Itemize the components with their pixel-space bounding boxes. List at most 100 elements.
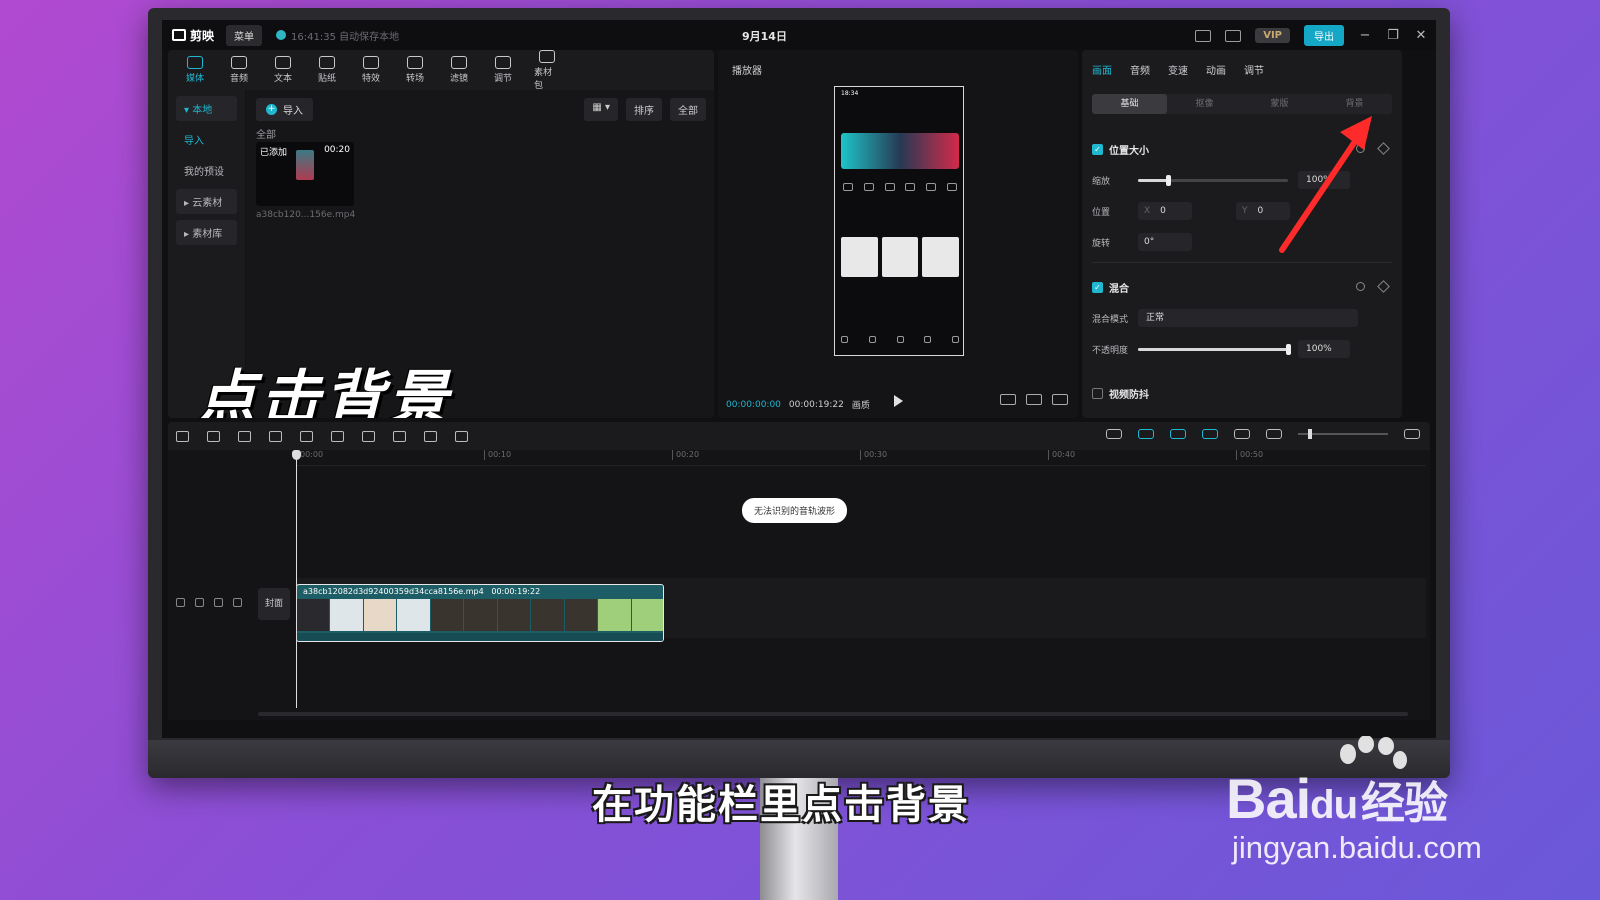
checkbox-checked-icon[interactable]: ✓: [1092, 282, 1103, 293]
app-window: 剪映 菜单 16:41:35 自动保存本地 9月14日 VIP 导出 − ❐ ✕…: [162, 20, 1436, 738]
mirror-icon[interactable]: [393, 430, 406, 442]
zoom-in-icon[interactable]: [1404, 429, 1420, 439]
blend-mode-select[interactable]: 正常: [1138, 309, 1358, 327]
reset-icon[interactable]: [1356, 282, 1365, 291]
opacity-slider-knob[interactable]: [1286, 343, 1291, 355]
timeline-scrollbar[interactable]: [258, 712, 1408, 716]
phone-nav: [841, 336, 959, 343]
export-button[interactable]: 导出: [1304, 25, 1344, 46]
delete-icon[interactable]: [300, 430, 313, 442]
preview-axis-icon[interactable]: [1234, 429, 1250, 439]
playhead[interactable]: [296, 450, 297, 708]
import-button[interactable]: + 导入: [256, 98, 313, 121]
speaker-icon[interactable]: [233, 598, 242, 607]
position-y-input[interactable]: Y0: [1236, 202, 1290, 220]
rotate-icon[interactable]: [424, 430, 437, 442]
x-axis-label: X: [1144, 206, 1151, 216]
zoom-out-icon[interactable]: [1266, 429, 1282, 439]
reset-icon[interactable]: [1356, 144, 1365, 153]
keyframe-icon[interactable]: [1377, 142, 1390, 155]
menu-button[interactable]: 菜单: [226, 24, 263, 46]
tab-picture[interactable]: 画面: [1092, 62, 1112, 77]
filter-button[interactable]: 全部: [670, 98, 706, 121]
quality-selector[interactable]: 画质: [852, 398, 870, 411]
all-label: 全部: [256, 130, 276, 141]
watermark-brand-text: Bai: [1226, 767, 1311, 830]
subtab-background[interactable]: 背景: [1317, 94, 1392, 114]
tab-adjust-props[interactable]: 调节: [1244, 62, 1264, 77]
tab-filter[interactable]: 滤镜: [446, 56, 472, 84]
timeline: 00:00 00:10 00:20 00:30 00:40 00:50 无法识别…: [168, 450, 1430, 720]
layout-icon[interactable]: [1225, 29, 1242, 42]
tab-effects[interactable]: 特效: [358, 56, 384, 84]
subtab-cutout[interactable]: 抠像: [1167, 94, 1242, 114]
scale-slider-knob[interactable]: [1166, 174, 1171, 186]
minimize-icon[interactable]: −: [1358, 28, 1372, 43]
scale-value[interactable]: 100%: [1298, 171, 1350, 189]
split-icon[interactable]: [269, 430, 282, 442]
lock-icon[interactable]: [195, 598, 204, 607]
checkbox-unchecked-icon[interactable]: [1092, 388, 1103, 399]
position-x-input[interactable]: X0: [1138, 202, 1192, 220]
grid-view-button[interactable]: ▦ ▾: [584, 98, 618, 121]
link-main-track-icon[interactable]: [1138, 429, 1154, 439]
shortcut-icon[interactable]: [1195, 29, 1212, 42]
eye-icon[interactable]: [214, 598, 223, 607]
checkbox-checked-icon[interactable]: ✓: [1092, 144, 1103, 155]
cover-button[interactable]: 封面: [258, 588, 290, 620]
opacity-value[interactable]: 100%: [1298, 340, 1350, 358]
reverse-icon[interactable]: [362, 430, 375, 442]
track-video-icon[interactable]: [176, 598, 185, 607]
tab-audio-props[interactable]: 音频: [1130, 62, 1150, 77]
microphone-icon[interactable]: [1106, 429, 1122, 439]
subtab-basic[interactable]: 基础: [1092, 94, 1167, 114]
fullscreen-icon[interactable]: [1052, 394, 1068, 405]
tab-package[interactable]: 素材包: [534, 50, 560, 91]
phone-icon-row: [843, 183, 957, 191]
tab-text[interactable]: 文本: [270, 56, 296, 84]
tab-adjust[interactable]: 调节: [490, 56, 516, 84]
audio-icon: [231, 56, 247, 69]
waveform-icon[interactable]: [1000, 394, 1016, 405]
tab-animation[interactable]: 动画: [1206, 62, 1226, 77]
select-icon[interactable]: [176, 430, 189, 442]
sidebar-item-presets[interactable]: 我的预设: [176, 158, 237, 183]
clip-label: a38cb12082d3d92400359d34cca8156e.mp4 00:…: [303, 587, 540, 596]
subtab-mask[interactable]: 蒙版: [1242, 94, 1317, 114]
tab-sticker[interactable]: 贴纸: [314, 56, 340, 84]
sidebar-item-library[interactable]: ▸ 素材库: [176, 220, 237, 245]
keyframe-icon[interactable]: [1377, 280, 1390, 293]
crop-icon[interactable]: [455, 430, 468, 442]
stabilize-label: 视频防抖: [1109, 390, 1149, 401]
media-clip-thumbnail[interactable]: 已添加 00:20: [256, 142, 354, 206]
opacity-slider[interactable]: [1138, 343, 1291, 355]
capcut-logo-icon: [172, 29, 186, 41]
clip-frames: [297, 599, 663, 631]
sidebar-item-cloud[interactable]: ▸ 云素材: [176, 189, 237, 214]
scale-slider[interactable]: [1138, 174, 1288, 186]
plus-icon: +: [266, 104, 277, 115]
vip-badge[interactable]: VIP: [1255, 28, 1290, 43]
snap-icon[interactable]: [1170, 429, 1186, 439]
tab-media[interactable]: 媒体: [182, 56, 208, 84]
tab-speed[interactable]: 变速: [1168, 62, 1188, 77]
ratio-icon[interactable]: [1026, 394, 1042, 405]
sidebar-item-import[interactable]: 导入: [176, 127, 237, 152]
freeze-icon[interactable]: [331, 430, 344, 442]
rotation-input[interactable]: 0°: [1138, 233, 1192, 251]
properties-panel: 画面 音频 变速 动画 调节 基础 抠像 蒙版 背景 ✓ 位置大小 缩放 100: [1082, 50, 1402, 418]
sort-button[interactable]: 排序: [626, 98, 662, 121]
close-icon[interactable]: ✕: [1414, 28, 1428, 43]
undo-icon[interactable]: [207, 430, 220, 442]
redo-icon[interactable]: [238, 430, 251, 442]
zoom-slider[interactable]: [1298, 429, 1388, 439]
link-icon[interactable]: [1202, 429, 1218, 439]
tab-audio[interactable]: 音频: [226, 56, 252, 84]
zoom-knob[interactable]: [1308, 429, 1312, 439]
play-icon[interactable]: [894, 395, 903, 407]
maximize-icon[interactable]: ❐: [1386, 28, 1400, 43]
preview-frame[interactable]: 18:34: [834, 86, 964, 356]
tab-transition[interactable]: 转场: [402, 56, 428, 84]
sidebar-item-local[interactable]: ▾ 本地: [176, 96, 237, 121]
timeline-clip[interactable]: a38cb12082d3d92400359d34cca8156e.mp4 00:…: [296, 584, 664, 642]
